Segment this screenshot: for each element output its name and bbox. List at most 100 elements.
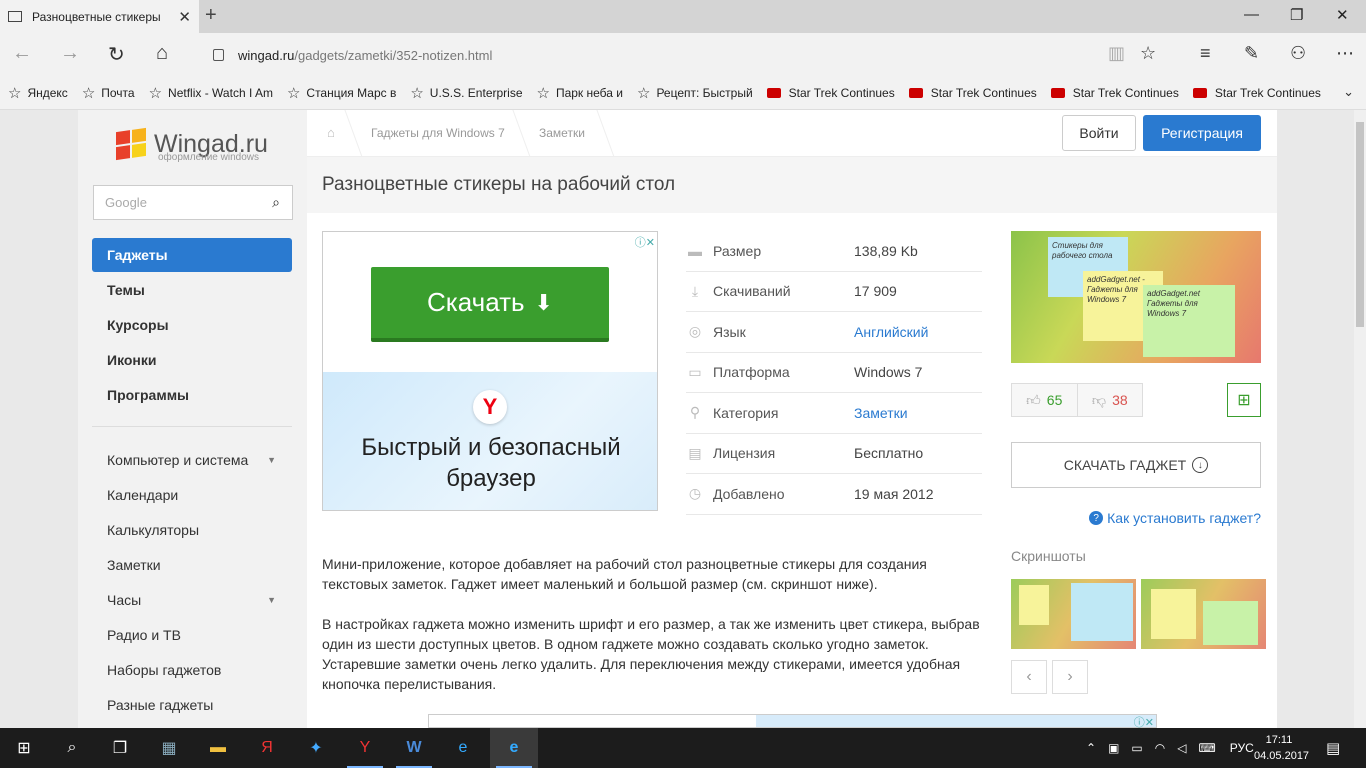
close-icon[interactable]: ✕ <box>178 8 191 26</box>
download-gadget-button[interactable]: СКАЧАТЬ ГАДЖЕТ ↓ <box>1011 442 1261 488</box>
category-item[interactable]: Заметки <box>92 548 292 582</box>
yandex-browser-icon[interactable]: Y <box>341 728 389 768</box>
site-logo[interactable]: Wingad.ru оформление windows <box>116 127 268 163</box>
register-button[interactable]: Регистрация <box>1143 115 1261 151</box>
ad-download-button[interactable]: Скачать ⬇ <box>371 267 609 342</box>
ad-banner-bottom[interactable]: ⓘ✕ <box>428 714 1157 728</box>
word-icon[interactable]: W <box>390 728 438 768</box>
gadget-preview[interactable]: Стикеры для рабочего стола addGadget.net… <box>1011 231 1261 363</box>
ad-info-icon[interactable]: ⓘ✕ <box>635 234 655 250</box>
language-indicator[interactable]: РУС <box>1230 741 1254 755</box>
screenshot-thumbnail[interactable] <box>1141 579 1266 649</box>
notifications-icon[interactable]: ▤ <box>1326 728 1340 768</box>
task-view-icon[interactable]: ❐ <box>96 728 144 768</box>
chevron-down-icon[interactable]: ⌄ <box>1343 84 1354 100</box>
favorite-item[interactable]: Star Trek Continues <box>1192 86 1321 100</box>
file-explorer-icon[interactable]: ▬ <box>194 728 242 768</box>
search-icon[interactable]: ⌕ <box>272 194 280 211</box>
keyboard-icon[interactable]: ⌨ <box>1198 741 1215 755</box>
favorite-item[interactable]: ☆ Почта <box>82 84 135 102</box>
home-icon[interactable]: ⌂ <box>156 42 168 65</box>
sidebar-item[interactable]: Программы <box>92 378 292 412</box>
thumbs-up-icon: 👍︎ <box>1026 391 1041 408</box>
start-windows-icon[interactable]: ⊞ <box>0 728 48 768</box>
hub-icon[interactable]: ≡ <box>1200 43 1211 64</box>
wifi-icon[interactable]: ◠ <box>1155 741 1165 755</box>
drive-icon: ▬ <box>688 242 702 259</box>
screenshot-thumbnail[interactable] <box>1011 579 1136 649</box>
favorite-star-icon[interactable]: ☆ <box>1140 43 1156 64</box>
search-icon[interactable]: ⌕ <box>48 728 96 768</box>
breadcrumb-gadgets[interactable]: Гаджеты для Windows 7 <box>371 126 505 140</box>
breadcrumb-notes[interactable]: Заметки <box>539 126 585 140</box>
favorite-item[interactable]: Star Trek Continues <box>766 86 895 100</box>
url-host: wingad.ru <box>238 47 295 63</box>
ad-banner[interactable]: ⓘ✕ Скачать ⬇ Y Быстрый и безопасный брау… <box>322 231 658 511</box>
web-note-icon[interactable]: ✎ <box>1244 43 1259 64</box>
yandex-icon[interactable]: Я <box>243 728 291 768</box>
ad-text: Быстрый и безопасный браузер <box>361 434 621 492</box>
search-input[interactable]: Google ⌕ <box>93 185 293 220</box>
favorite-item[interactable]: ☆ U.S.S. Enterprise <box>410 84 522 102</box>
back-icon[interactable]: ← <box>12 42 32 65</box>
internet-explorer-icon[interactable]: e <box>439 728 487 768</box>
carousel-prev-button[interactable]: ‹ <box>1011 660 1047 694</box>
sidebar-item[interactable]: Гаджеты <box>92 238 292 272</box>
new-tab-icon[interactable]: + <box>205 4 217 27</box>
howto-link[interactable]: ? Как установить гаджет? <box>1089 510 1261 526</box>
like-button[interactable]: 👍︎ 65 <box>1012 384 1077 416</box>
app-icon[interactable]: ▦ <box>145 728 193 768</box>
sidebar-item[interactable]: Темы <box>92 273 292 307</box>
category-item[interactable]: Радио и ТВ <box>92 618 292 652</box>
category-item[interactable]: Наборы гаджетов <box>92 653 292 687</box>
url-field[interactable]: wingad.ru/gadgets/zametki/352-notizen.ht… <box>203 41 1103 69</box>
caret-down-icon[interactable]: ▼ <box>267 595 276 605</box>
caret-down-icon[interactable]: ▼ <box>267 455 276 465</box>
share-icon[interactable]: ⚇ <box>1290 43 1306 64</box>
volume-icon[interactable]: ◁ <box>1177 741 1186 755</box>
page-scrollbar[interactable] <box>1354 110 1366 728</box>
forward-icon[interactable]: → <box>60 42 80 65</box>
favorite-item[interactable]: ☆ Яндекс <box>8 84 68 102</box>
refresh-icon[interactable]: ↻ <box>108 42 125 67</box>
favorite-item[interactable]: ☆ Рецепт: Быстрый <box>637 84 753 102</box>
browser-tab[interactable]: Разноцветные стикеры ✕ <box>0 0 199 33</box>
favorite-item[interactable]: ☆ Парк неба и <box>537 84 623 102</box>
category-item[interactable]: Компьютер и система ▼ <box>92 443 292 477</box>
gadgets-icon[interactable]: ✦ <box>292 728 340 768</box>
info-value: 17 909 <box>854 283 897 300</box>
restore-icon[interactable]: ❐ <box>1290 6 1303 24</box>
login-button[interactable]: Войти <box>1062 115 1136 151</box>
category-item[interactable]: Календари <box>92 478 292 512</box>
home-icon[interactable]: ⌂ <box>327 125 335 140</box>
sidebar-item[interactable]: Курсоры <box>92 308 292 342</box>
info-value[interactable]: Английский <box>854 324 928 340</box>
category-item[interactable]: Часы ▼ <box>92 583 292 617</box>
favorite-item[interactable]: ☆ Станция Марс в <box>287 84 396 102</box>
battery-icon[interactable]: ▭ <box>1131 741 1142 755</box>
edge-icon[interactable]: e <box>490 728 538 768</box>
favorite-item[interactable]: ☆ Netflix - Watch I Am <box>149 84 273 102</box>
more-icon[interactable]: ⋯ <box>1336 43 1354 64</box>
category-item[interactable]: Разные гаджеты <box>92 688 292 722</box>
ad-info-icon[interactable]: ⓘ✕ <box>1134 714 1154 728</box>
info-value[interactable]: Заметки <box>854 405 908 421</box>
info-row: ◷ Добавлено 19 мая 2012 <box>686 474 982 515</box>
favorite-item[interactable]: Star Trek Continues <box>908 86 1037 100</box>
carousel-next-button[interactable]: › <box>1052 660 1088 694</box>
sidebar-item[interactable]: Иконки <box>92 343 292 377</box>
dislike-button[interactable]: 👎︎ 38 <box>1076 384 1143 416</box>
info-row: ⚲ Категория Заметки <box>686 393 982 434</box>
scroll-thumb[interactable] <box>1356 122 1364 327</box>
favorite-item[interactable]: Star Trek Continues <box>1050 86 1179 100</box>
clock[interactable]: 17:11 04.05.2017 <box>1254 732 1310 764</box>
clock-date: 04.05.2017 <box>1254 750 1310 762</box>
minimize-icon[interactable]: — <box>1244 6 1259 23</box>
category-item[interactable]: Калькуляторы <box>92 513 292 547</box>
network-icon[interactable]: ▣ <box>1108 741 1119 755</box>
window-close-icon[interactable]: ✕ <box>1336 6 1349 24</box>
chevron-up-icon[interactable]: ⌃ <box>1086 741 1096 755</box>
bookmark-add-icon[interactable]: ⊞ <box>1227 383 1261 417</box>
reading-view-icon[interactable]: ▥ <box>1108 43 1125 64</box>
gadget-info: ▬ Размер 138,89 Kb ⤓ Скачиваний 17 909 ◎ Язык Ан… <box>686 231 982 515</box>
